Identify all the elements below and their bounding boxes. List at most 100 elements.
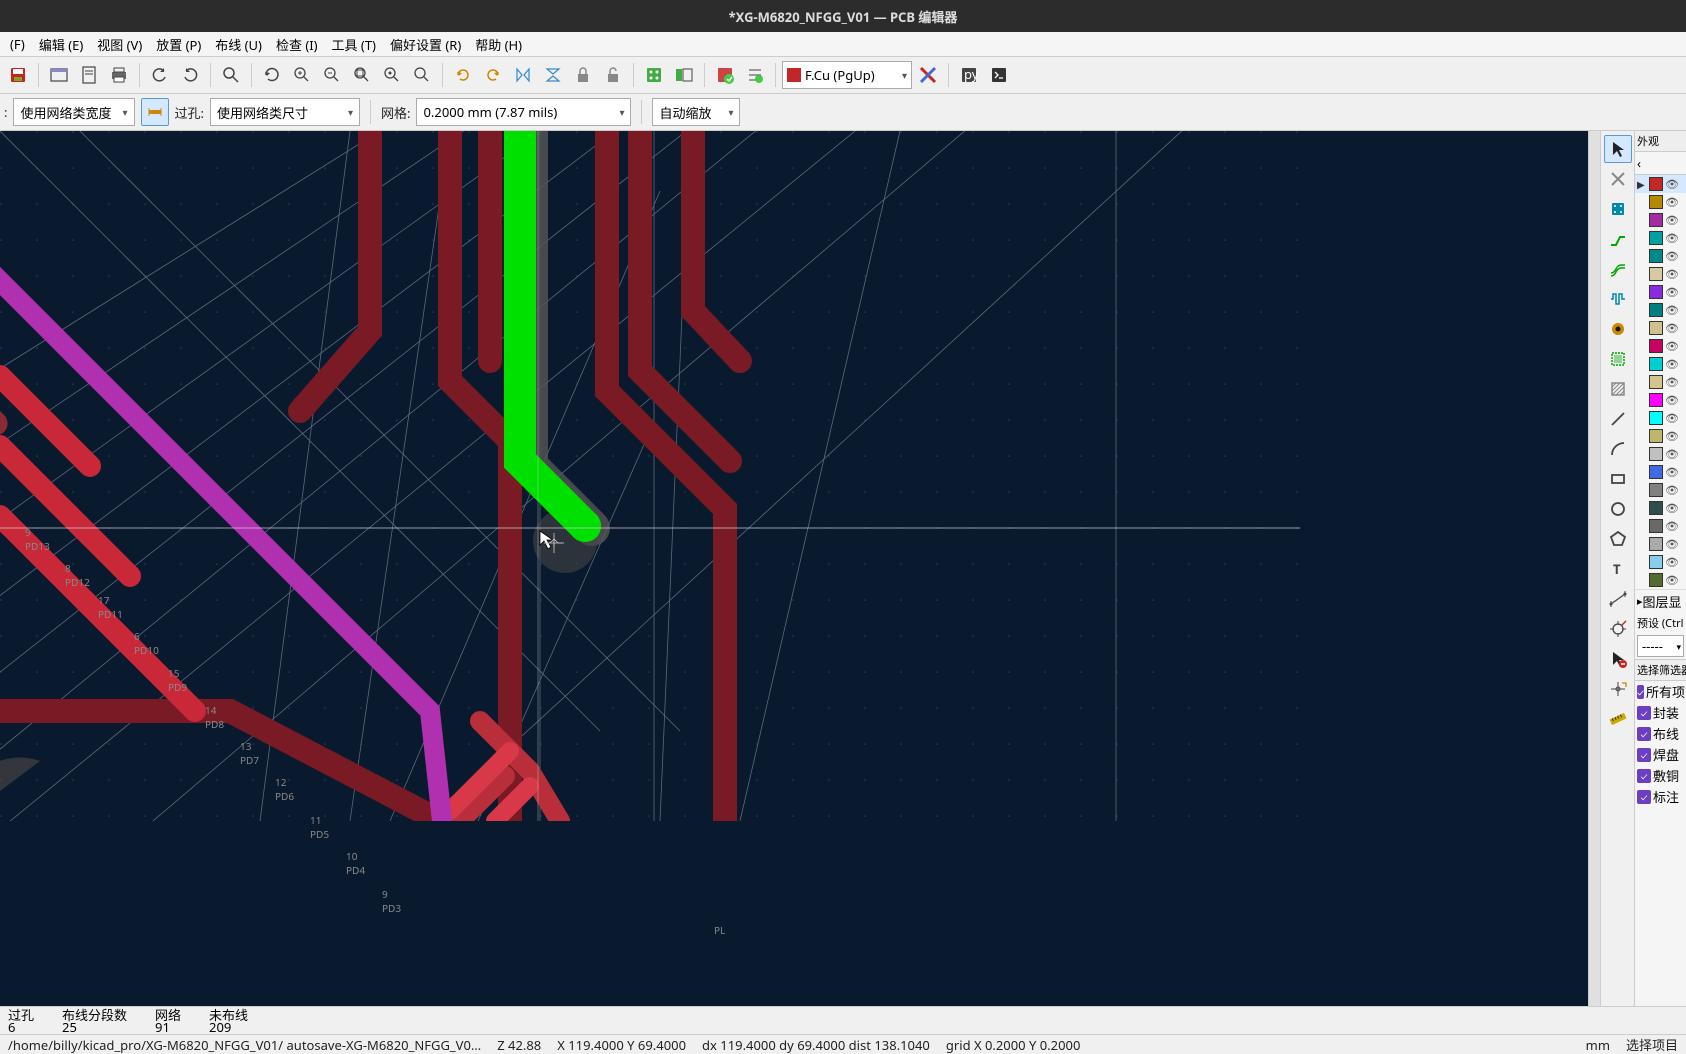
canvas-scrollbar-vertical[interactable]: [1588, 131, 1600, 1006]
auto-track-width-toggle[interactable]: [141, 98, 169, 126]
footprint-editor-button[interactable]: [640, 61, 668, 89]
page-settings-button[interactable]: [75, 61, 103, 89]
layer-visibility-icon[interactable]: 👁: [1665, 249, 1679, 263]
layer-color-swatch[interactable]: [1649, 375, 1663, 389]
add-dimension-tool[interactable]: [1604, 585, 1632, 613]
layer-color-swatch[interactable]: [1649, 501, 1663, 515]
checkbox-icon[interactable]: ✓: [1637, 685, 1644, 699]
drc-button[interactable]: [711, 61, 739, 89]
add-zone-tool[interactable]: [1604, 345, 1632, 373]
layer-row[interactable]: 👁: [1635, 571, 1686, 589]
layer-color-swatch[interactable]: [1649, 519, 1663, 533]
layer-row[interactable]: 👁: [1635, 319, 1686, 337]
layer-visibility-icon[interactable]: 👁: [1665, 303, 1679, 317]
checkbox-icon[interactable]: ✓: [1637, 706, 1651, 720]
mirror-v-button[interactable]: [539, 61, 567, 89]
grid-dropdown[interactable]: 0.2000 mm (7.87 mils): [416, 98, 631, 126]
layer-visibility-icon[interactable]: 👁: [1665, 555, 1679, 569]
checkbox-icon[interactable]: ✓: [1637, 748, 1651, 762]
zoom-fit-button[interactable]: [348, 61, 376, 89]
add-keepout-tool[interactable]: [1604, 375, 1632, 403]
layer-visibility-icon[interactable]: 👁: [1665, 321, 1679, 335]
draw-line-tool[interactable]: [1604, 405, 1632, 433]
menu-view[interactable]: 视图 (V): [91, 33, 148, 56]
layer-color-swatch[interactable]: [1649, 249, 1663, 263]
layer-row[interactable]: 👁: [1635, 445, 1686, 463]
layer-dropdown[interactable]: F.Cu (PgUp): [782, 61, 912, 89]
layer-row[interactable]: ▶👁: [1635, 175, 1686, 193]
layer-visibility-icon[interactable]: 👁: [1665, 375, 1679, 389]
layer-color-swatch[interactable]: [1649, 213, 1663, 227]
layer-row[interactable]: 👁: [1635, 301, 1686, 319]
filter-row[interactable]: ✓布线: [1635, 723, 1686, 744]
layer-color-swatch[interactable]: [1649, 555, 1663, 569]
layer-color-swatch[interactable]: [1649, 285, 1663, 299]
pcb-canvas[interactable]: 9 PD138 PD1217 PD116 PD1015 PD914 PD813 …: [0, 131, 1588, 1006]
layer-row[interactable]: 👁: [1635, 553, 1686, 571]
layer-visibility-icon[interactable]: 👁: [1665, 501, 1679, 515]
layer-visibility-icon[interactable]: 👁: [1665, 537, 1679, 551]
delete-tool[interactable]: [1604, 645, 1632, 673]
layer-visibility-icon[interactable]: 👁: [1665, 573, 1679, 587]
find-button[interactable]: [217, 61, 245, 89]
measure-tool[interactable]: [1604, 705, 1632, 733]
layer-color-swatch[interactable]: [1649, 411, 1663, 425]
layer-visibility-icon[interactable]: 👁: [1665, 231, 1679, 245]
layer-visibility-icon[interactable]: 👁: [1665, 339, 1679, 353]
rotate-cw-button[interactable]: [479, 61, 507, 89]
draw-arc-tool[interactable]: [1604, 435, 1632, 463]
layer-row[interactable]: 👁: [1635, 283, 1686, 301]
layer-visibility-icon[interactable]: 👁: [1665, 267, 1679, 281]
layer-row[interactable]: 👁: [1635, 517, 1686, 535]
preset-dropdown[interactable]: -----: [1637, 635, 1684, 657]
filter-row[interactable]: ✓封装: [1635, 702, 1686, 723]
layer-row[interactable]: 👁: [1635, 409, 1686, 427]
menu-preferences[interactable]: 偏好设置 (R): [384, 33, 467, 56]
add-text-tool[interactable]: T: [1604, 555, 1632, 583]
layer-visibility-icon[interactable]: 👁: [1665, 411, 1679, 425]
layer-visibility-icon[interactable]: 👁: [1665, 357, 1679, 371]
drc-config-button[interactable]: [741, 61, 769, 89]
layer-display-options-header[interactable]: ▸ 图层显: [1635, 589, 1686, 613]
draw-rect-tool[interactable]: [1604, 465, 1632, 493]
layer-visibility-icon[interactable]: 👁: [1665, 195, 1679, 209]
layer-row[interactable]: 👁: [1635, 337, 1686, 355]
footprint-browser-button[interactable]: [670, 61, 698, 89]
checkbox-icon[interactable]: ✓: [1637, 790, 1651, 804]
layer-visibility-icon[interactable]: 👁: [1665, 393, 1679, 407]
unlock-button[interactable]: [599, 61, 627, 89]
layer-color-swatch[interactable]: [1649, 393, 1663, 407]
layer-visibility-icon[interactable]: 👁: [1665, 465, 1679, 479]
console-button[interactable]: [985, 61, 1013, 89]
menu-help[interactable]: 帮助 (H): [469, 33, 528, 56]
layer-row[interactable]: 👁: [1635, 229, 1686, 247]
layer-row[interactable]: 👁: [1635, 193, 1686, 211]
layer-visibility-icon[interactable]: 👁: [1665, 429, 1679, 443]
layer-row[interactable]: 👁: [1635, 355, 1686, 373]
menu-route[interactable]: 布线 (U): [209, 33, 268, 56]
layer-color-swatch[interactable]: [1649, 483, 1663, 497]
layer-color-swatch[interactable]: [1649, 231, 1663, 245]
redo-button[interactable]: [176, 61, 204, 89]
zoom-selection-button[interactable]: [378, 61, 406, 89]
undo-button[interactable]: [146, 61, 174, 89]
grid-origin-tool[interactable]: [1604, 675, 1632, 703]
menu-edit[interactable]: 编辑 (E): [33, 33, 89, 56]
mirror-h-button[interactable]: [509, 61, 537, 89]
layer-visibility-icon[interactable]: 👁: [1665, 177, 1679, 191]
layer-row[interactable]: 👁: [1635, 247, 1686, 265]
layer-row[interactable]: 👁: [1635, 265, 1686, 283]
layer-visibility-icon[interactable]: 👁: [1665, 519, 1679, 533]
draw-circle-tool[interactable]: [1604, 495, 1632, 523]
layer-color-swatch[interactable]: [1649, 465, 1663, 479]
zoom-dropdown[interactable]: 自动缩放: [652, 98, 740, 126]
zoom-out-button[interactable]: [318, 61, 346, 89]
route-diff-pair-tool[interactable]: [1604, 255, 1632, 283]
appearance-tab-nav[interactable]: ‹: [1635, 152, 1686, 175]
menu-place[interactable]: 放置 (P): [150, 33, 207, 56]
layer-color-swatch[interactable]: [1649, 321, 1663, 335]
via-dropdown[interactable]: 使用网络类尺寸: [210, 98, 360, 126]
zoom-in-button[interactable]: [288, 61, 316, 89]
zoom-tool-button[interactable]: [408, 61, 436, 89]
layer-color-swatch[interactable]: [1649, 195, 1663, 209]
